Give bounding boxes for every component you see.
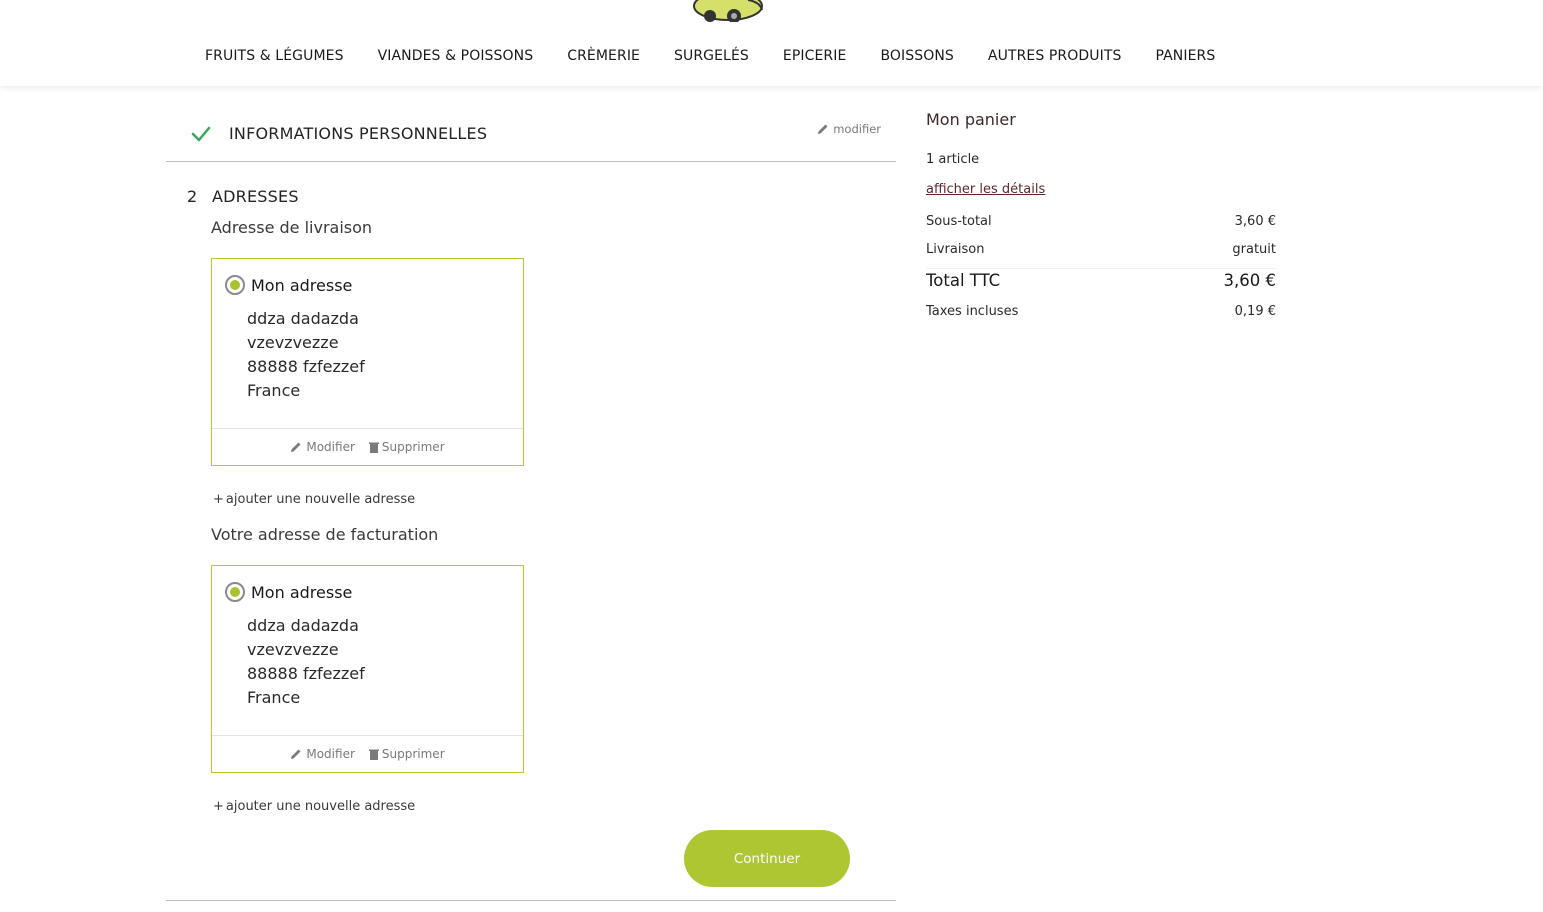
modify-address-button[interactable]: Modifier [290,440,355,454]
total-label: Total TTC [926,271,1001,290]
delete-label: Supprimer [381,747,445,761]
tax-row: Taxes incluses 0,19 € [926,304,1276,319]
show-details-link[interactable]: afficher les détails [926,182,1045,197]
add-address-label: ajouter une nouvelle adresse [225,799,416,814]
address-select[interactable]: Mon adresse [225,275,352,295]
plus-icon: + [213,799,224,814]
edit-personal-info-link[interactable]: modifier [817,122,881,136]
address-line: France [247,381,301,400]
trash-icon [368,749,379,760]
address-name: Mon adresse [251,582,353,602]
tax-value: 0,19 € [1234,304,1276,319]
modify-label: Modifier [306,747,355,761]
shipping-value: gratuit [1232,242,1276,257]
step-number: 2 [187,187,198,206]
pencil-icon [818,124,828,134]
delivery-address-card[interactable]: Mon adresse ddza dadazda vzevzvezze 8888… [211,258,524,466]
address-lines: ddza dadazda vzevzvezze 88888 fzfezzef F… [247,307,365,403]
address-line: ddza dadazda [247,616,359,635]
address-actions: Modifier Supprimer [212,735,523,772]
subtotal-label: Sous-total [926,214,992,229]
nav-item-autres-produits[interactable]: AUTRES PRODUITS [988,48,1122,72]
address-name: Mon adresse [251,275,353,295]
add-billing-address-link[interactable]: + ajouter une nouvelle adresse [213,799,415,814]
step-title: ADRESSES [212,187,299,206]
address-line: France [247,688,301,707]
site-header: FRUITS & LÉGUMES VIANDES & POISSONS CRÈM… [0,0,1543,86]
address-line: 88888 fzfezzef [247,357,365,376]
subtotal-row: Sous-total 3,60 € [926,214,1276,229]
modify-address-button[interactable]: Modifier [290,747,355,761]
delivery-address-label: Adresse de livraison [211,218,373,237]
address-line: vzevzvezze [247,333,339,352]
nav-item-epicerie[interactable]: EPICERIE [783,48,847,72]
nav-item-surgeles[interactable]: SURGELÉS [674,48,749,72]
billing-address-card[interactable]: Mon adresse ddza dadazda vzevzvezze 8888… [211,565,524,773]
delete-label: Supprimer [381,440,445,454]
shipping-row: Livraison gratuit [926,242,1276,257]
total-row: Total TTC 3,60 € [926,268,1276,290]
check-icon [191,126,211,142]
cart-title: Mon panier [926,110,1016,129]
address-select[interactable]: Mon adresse [225,582,352,602]
address-line: vzevzvezze [247,640,339,659]
address-lines: ddza dadazda vzevzvezze 88888 fzfezzef F… [247,614,365,710]
tax-label: Taxes incluses [926,304,1019,319]
subtotal-value: 3,60 € [1234,214,1276,229]
address-line: ddza dadazda [247,309,359,328]
radio-selected-icon[interactable] [225,275,245,295]
plus-icon: + [213,492,224,507]
edit-label: modifier [833,122,881,136]
divider [166,900,896,901]
nav-item-viandes-poissons[interactable]: VIANDES & POISSONS [378,48,534,72]
add-delivery-address-link[interactable]: + ajouter une nouvelle adresse [213,492,415,507]
continue-button[interactable]: Continuer [684,830,850,887]
shipping-label: Livraison [926,242,985,257]
billing-address-label: Votre adresse de facturation [211,525,439,544]
nav-item-boissons[interactable]: BOISSONS [880,48,953,72]
radio-selected-icon[interactable] [225,582,245,602]
pencil-icon [291,749,301,759]
step-title: INFORMATIONS PERSONNELLES [229,124,488,143]
nav-item-fruits-legumes[interactable]: FRUITS & LÉGUMES [205,48,344,72]
modify-label: Modifier [306,440,355,454]
delete-address-button[interactable]: Supprimer [368,440,445,454]
main-nav: FRUITS & LÉGUMES VIANDES & POISSONS CRÈM… [188,48,1232,72]
nav-item-paniers[interactable]: PANIERS [1155,48,1215,72]
add-address-label: ajouter une nouvelle adresse [225,492,416,507]
nav-item-cremerie[interactable]: CRÈMERIE [567,48,640,72]
step-personal-info: INFORMATIONS PERSONNELLES modifier [166,112,896,162]
address-actions: Modifier Supprimer [212,428,523,465]
cart-count: 1 article [926,152,980,167]
address-line: 88888 fzfezzef [247,664,365,683]
total-value: 3,60 € [1223,271,1276,290]
pencil-icon [291,442,301,452]
delete-address-button[interactable]: Supprimer [368,747,445,761]
logo-icon[interactable] [688,0,768,22]
trash-icon [368,442,379,453]
